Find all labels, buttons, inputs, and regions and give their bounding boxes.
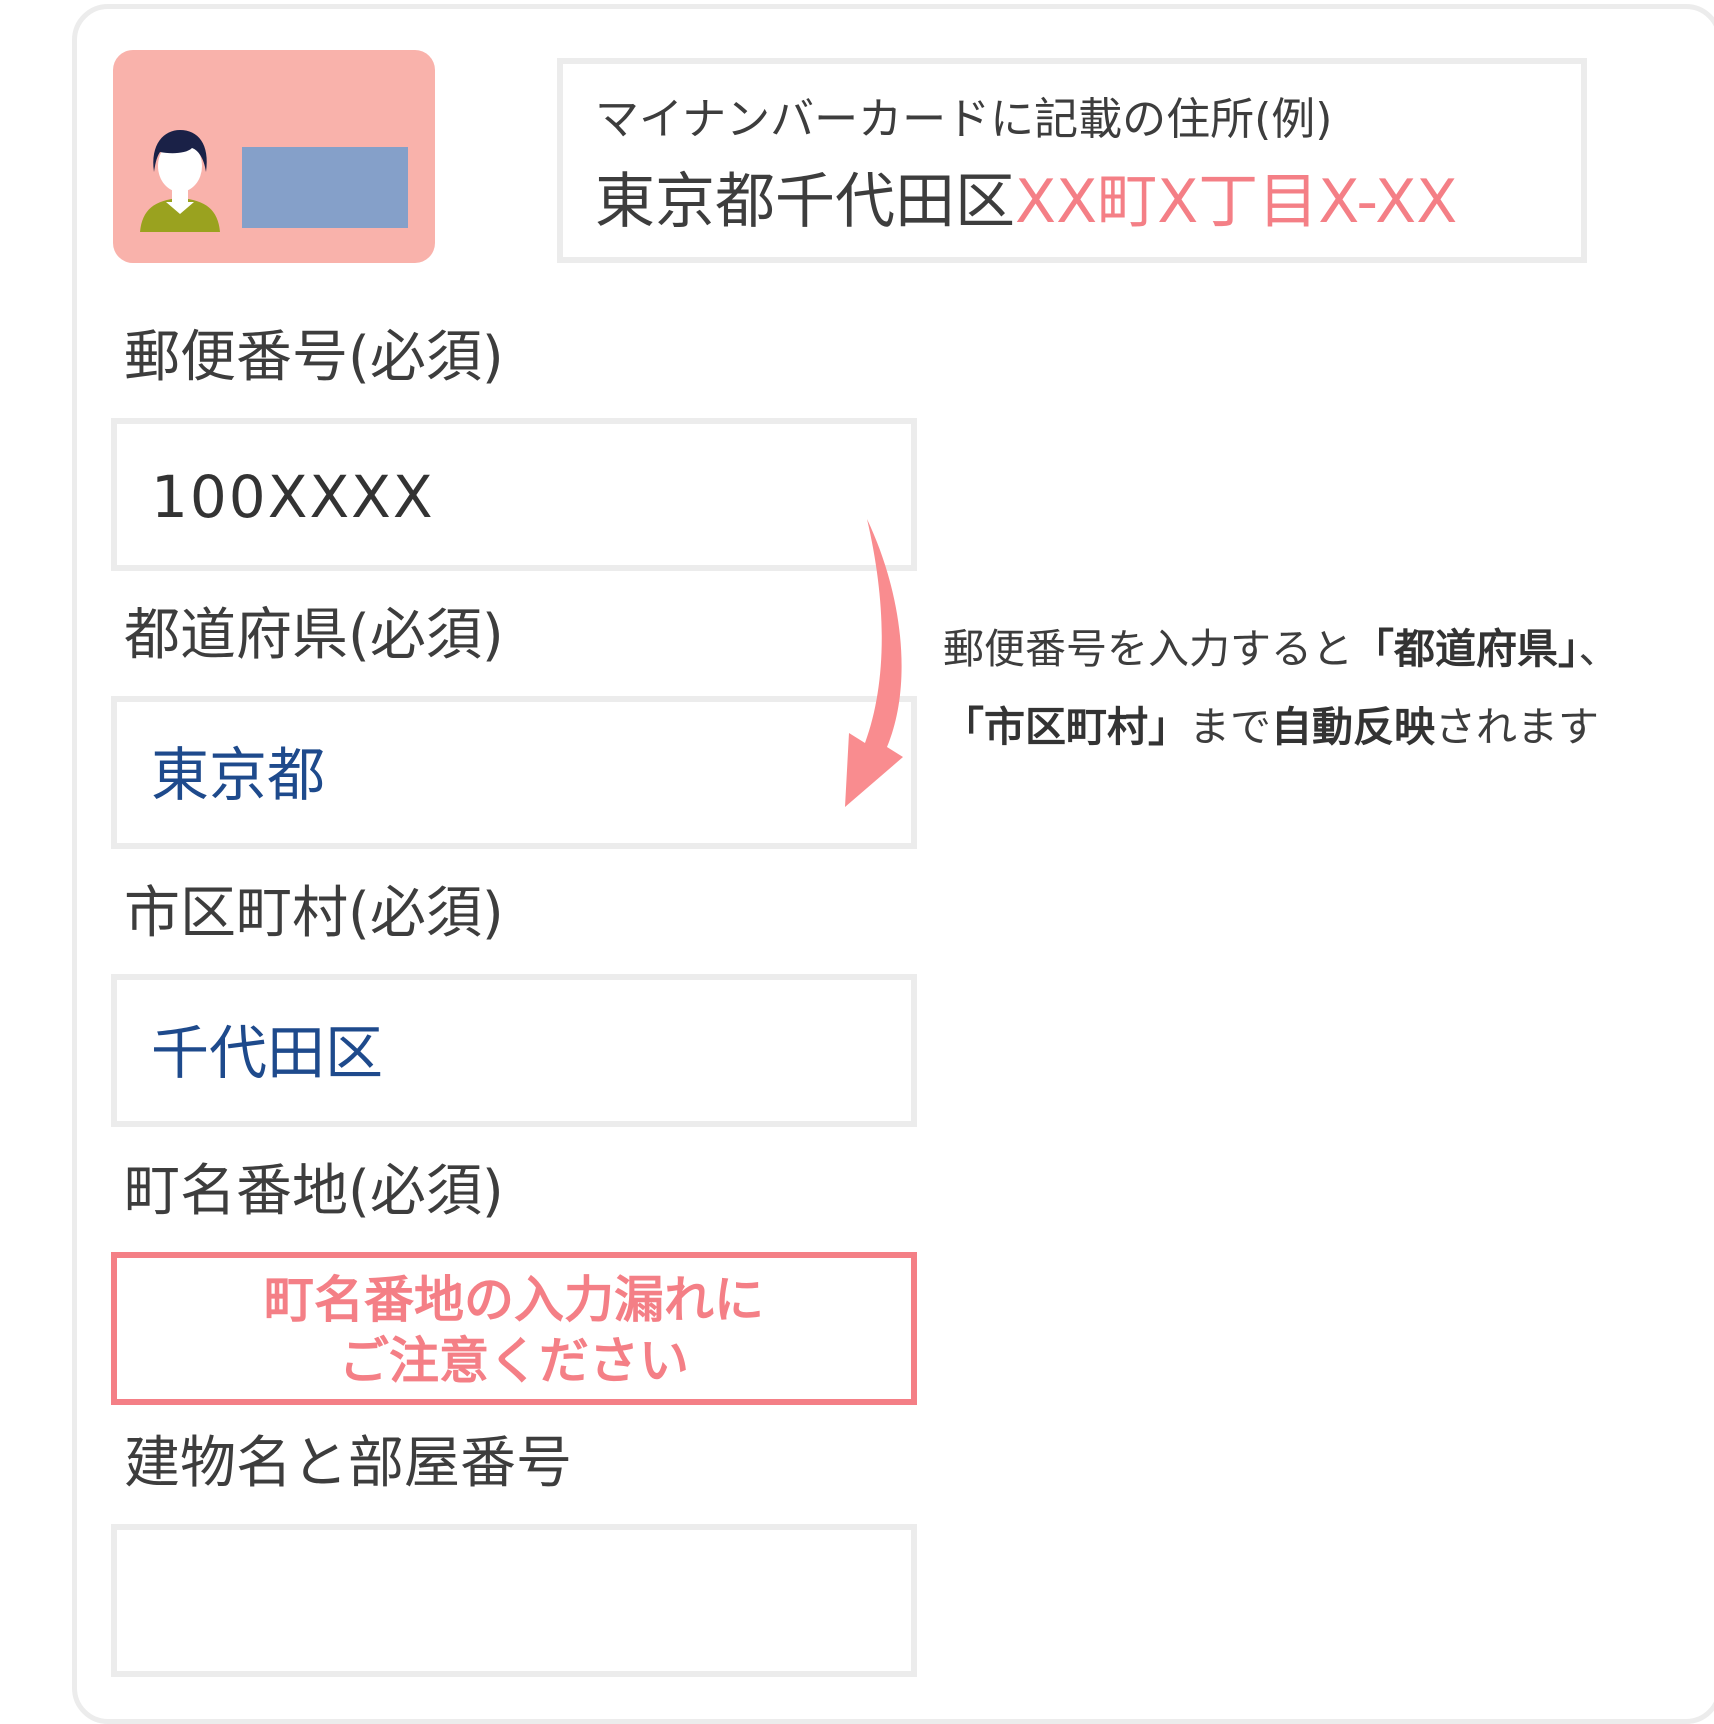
address-example-highlight: XX町X丁目X-XX <box>1015 167 1458 237</box>
street-label: 町名番地(必須) <box>124 1159 504 1224</box>
note-text: 、 <box>1578 625 1620 673</box>
city-value: 千代田区 <box>151 1019 384 1087</box>
street-alert-line2: ご注意ください <box>339 1332 689 1390</box>
prefecture-value: 東京都 <box>151 741 326 809</box>
mynumber-card-icon <box>113 50 435 263</box>
address-example-base: 東京都千代田区 <box>595 167 1015 237</box>
city-input[interactable]: 千代田区 <box>111 974 917 1127</box>
postal-code-label: 郵便番号(必須) <box>124 325 504 390</box>
note-text: 郵便番号を入力すると <box>943 625 1353 673</box>
city-label: 市区町村(必須) <box>124 881 504 946</box>
prefecture-label: 都道府県(必須) <box>124 603 504 668</box>
curved-arrow-icon <box>845 519 903 807</box>
address-example-value: 東京都千代田区XX町X丁目X-XX <box>595 172 1457 232</box>
prefecture-input[interactable]: 東京都 <box>111 696 917 849</box>
address-example-box: マイナンバーカードに記載の住所(例) 東京都千代田区XX町X丁目X-XX <box>557 58 1587 263</box>
note-text: されます <box>1435 703 1599 751</box>
building-label: 建物名と部屋番号 <box>124 1431 572 1496</box>
address-example-label: マイナンバーカードに記載の住所(例) <box>595 94 1333 145</box>
note-text: まで <box>1189 703 1271 751</box>
postal-code-input[interactable]: 100XXXX <box>111 418 917 571</box>
street-alert-line1: 町名番地の入力漏れに <box>264 1271 764 1329</box>
street-alert-message: 町名番地の入力漏れに ご注意ください <box>117 1270 911 1392</box>
note-emphasis-prefecture: 「都道府県」 <box>1353 625 1579 673</box>
autofill-note: 郵便番号を入力すると「都道府県」、 「市区町村」まで自動反映されます <box>943 610 1620 766</box>
street-input[interactable]: 町名番地の入力漏れに ご注意ください <box>111 1252 917 1405</box>
person-icon <box>140 130 220 232</box>
autofill-note-line1: 郵便番号を入力すると「都道府県」、 <box>943 610 1620 688</box>
building-input[interactable] <box>111 1524 917 1677</box>
autofill-note-line2: 「市区町村」まで自動反映されます <box>943 688 1620 766</box>
postal-code-value: 100XXXX <box>151 463 435 531</box>
note-emphasis-city: 「市区町村」 <box>943 703 1189 751</box>
card-info-block <box>242 147 408 228</box>
note-emphasis-autofill: 自動反映 <box>1271 703 1435 751</box>
